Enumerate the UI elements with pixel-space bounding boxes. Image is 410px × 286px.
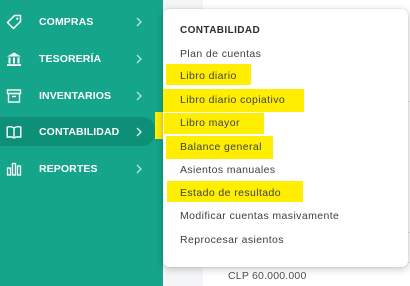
chevron-right-icon (136, 164, 142, 173)
highlight-marker (155, 112, 163, 139)
chevron-right-icon (136, 127, 142, 136)
menu-item-balance-general[interactable]: Balance general (180, 139, 262, 155)
menu-item-libro-mayor[interactable]: Libro mayor (180, 115, 240, 131)
chevron-right-icon (136, 91, 142, 100)
chevron-right-icon (136, 17, 142, 26)
sidebar-item-reportes[interactable]: REPORTES (0, 154, 163, 183)
sidebar-item-label: REPORTES (39, 162, 98, 175)
menu-item-libro-diario[interactable]: Libro diario (180, 68, 237, 84)
sidebar: COMPRAS TESORERÍA INVENTARIOS CONTABILID… (0, 0, 163, 286)
tag-icon (6, 14, 22, 30)
menu-item-estado-de-resultado[interactable]: Estado de resultado (180, 185, 281, 201)
menu-item-asientos-manuales[interactable]: Asientos manuales (180, 162, 276, 178)
menu-item-reprocesar-asientos[interactable]: Reprocesar asientos (180, 232, 284, 248)
submenu-title: CONTABILIDAD (180, 25, 261, 36)
amount-value: CLP 60.000.000 (228, 270, 307, 282)
sidebar-item-label: TESORERÍA (39, 52, 102, 65)
contabilidad-submenu: CONTABILIDAD Plan de cuentas Libro diari… (163, 9, 408, 267)
chevron-right-icon (136, 54, 142, 63)
sidebar-item-tesoreria[interactable]: TESORERÍA (0, 44, 163, 73)
menu-item-plan-de-cuentas[interactable]: Plan de cuentas (180, 46, 261, 62)
book-icon (6, 124, 22, 140)
menu-item-libro-diario-copiativo[interactable]: Libro diario copiativo (180, 92, 285, 108)
menu-item-modificar-cuentas-masivamente[interactable]: Modificar cuentas masivamente (180, 208, 339, 224)
sidebar-item-contabilidad[interactable]: CONTABILIDAD (0, 117, 156, 146)
sidebar-item-label: INVENTARIOS (39, 89, 112, 102)
bank-icon (6, 51, 22, 67)
bar-chart-icon (6, 161, 22, 177)
sidebar-item-label: COMPRAS (39, 15, 94, 28)
sidebar-item-compras[interactable]: COMPRAS (0, 7, 163, 36)
sidebar-item-inventarios[interactable]: INVENTARIOS (0, 81, 163, 110)
box-icon (6, 88, 22, 104)
sidebar-item-label: CONTABILIDAD (39, 125, 120, 138)
